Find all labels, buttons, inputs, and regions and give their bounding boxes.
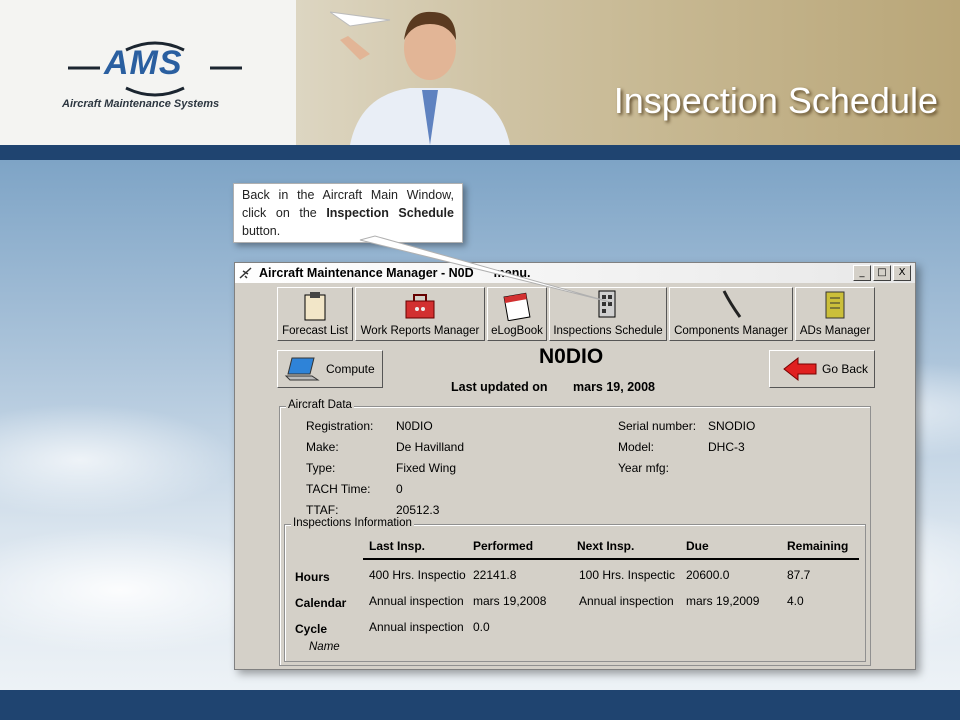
work-reports-manager-button[interactable]: Work Reports Manager [355, 287, 485, 341]
column-header: Next Insp. [577, 539, 635, 553]
table-cell: Annual inspection [579, 594, 674, 608]
registration-value: N0DIO [396, 419, 433, 433]
toolbar-label: eLogBook [491, 325, 543, 337]
row-label: Hours [295, 570, 330, 584]
elogbook-button[interactable]: eLogBook [487, 287, 547, 341]
go-back-button[interactable]: Go Back [769, 350, 875, 388]
inspections-group: Inspections Information Last Insp. Perfo… [284, 517, 866, 662]
footer-bar [0, 690, 960, 720]
column-header: Performed [473, 539, 534, 553]
window-title: Aircraft Maintenance Manager - N0D [259, 266, 474, 280]
calendar-icon [503, 292, 531, 321]
toolbox-icon [405, 294, 435, 319]
model-label: Model: [618, 440, 655, 454]
logo-text: AMS [104, 44, 183, 82]
table-cell: 0.0 [473, 620, 490, 634]
last-updated-value: mars 19, 2008 [573, 380, 656, 394]
header-underline [363, 558, 859, 560]
callout-bold-text: Inspection Schedule [326, 206, 454, 220]
row-label: Cycle [295, 622, 328, 636]
businessman-photo [330, 11, 510, 145]
logo-subtitle: Aircraft Maintenance Systems [62, 98, 220, 110]
wrench-icon [722, 290, 742, 318]
tach-value: 0 [396, 482, 403, 496]
close-button[interactable]: X [893, 265, 911, 281]
compute-label: Compute [326, 362, 375, 376]
toolbar-label: Forecast List [282, 325, 348, 337]
group-label: Inspections Information [291, 517, 414, 529]
window-title-tail: menu. [493, 266, 531, 280]
toolbar-label: Components Manager [674, 325, 788, 337]
ttaf-value: 20512.3 [396, 503, 440, 517]
year-label: Year mfg: [618, 461, 669, 475]
inspections-schedule-button[interactable]: Inspections Schedule [549, 287, 667, 341]
name-label: Name [309, 641, 340, 653]
laptop-icon [284, 357, 320, 381]
components-manager-button[interactable]: Components Manager [669, 287, 793, 341]
serial-label: Serial number: [618, 419, 697, 433]
clipboard-icon [304, 292, 326, 321]
window-controls: _ □ X [853, 265, 911, 281]
airplane-icon [239, 267, 252, 279]
callout-text-after: button. [242, 224, 281, 238]
compute-button[interactable]: Compute [277, 350, 383, 388]
schedule-icon [598, 290, 616, 318]
group-label: Aircraft Data [286, 399, 354, 411]
registration-label: Registration: [306, 419, 374, 433]
toolbar-label: Inspections Schedule [553, 325, 663, 337]
ttaf-label: TTAF: [306, 503, 339, 517]
maximize-button[interactable]: □ [873, 265, 891, 281]
table-cell: mars 19,2009 [686, 594, 760, 608]
minimize-button[interactable]: _ [853, 265, 871, 281]
slide-header: AMS Aircraft Maintenance Systems Inspect… [0, 0, 960, 145]
notebook-icon [825, 291, 845, 319]
table-cell: mars 19,2008 [473, 594, 547, 608]
table-cell: 4.0 [787, 594, 804, 608]
table-cell: 87.7 [787, 568, 811, 582]
row-label: Calendar [295, 596, 347, 610]
table-cell: Annual inspection [369, 594, 464, 608]
table-cell: 22141.8 [473, 568, 517, 582]
forecast-list-button[interactable]: Forecast List [277, 287, 353, 341]
type-value: Fixed Wing [396, 461, 457, 475]
slide-title: Inspection Schedule [613, 80, 938, 121]
toolbar-label: Work Reports Manager [360, 325, 480, 337]
column-header: Due [686, 539, 709, 553]
table-cell: 400 Hrs. Inspectio [369, 568, 466, 582]
make-value: De Havilland [396, 440, 465, 454]
arrow-left-icon [783, 356, 817, 382]
aircraft-data-group: Aircraft Data Registration: N0DIO Make: … [279, 399, 871, 666]
tach-label: TACH Time: [306, 482, 371, 496]
toolbar-label: ADs Manager [799, 325, 871, 337]
make-label: Make: [306, 440, 339, 454]
window-titlebar[interactable]: Aircraft Maintenance Manager - N0D menu. [235, 263, 915, 283]
column-header: Last Insp. [369, 539, 426, 553]
ads-manager-button[interactable]: ADs Manager [795, 287, 875, 341]
main-toolbar: Forecast List Work Reports Manager eLogB… [277, 287, 875, 341]
registration-title: N0DIO [539, 345, 604, 368]
serial-value: SNODIO [708, 419, 756, 433]
app-window: Aircraft Maintenance Manager - N0D menu.… [234, 262, 916, 670]
table-cell: 20600.0 [686, 568, 730, 582]
model-value: DHC-3 [708, 440, 745, 454]
type-label: Type: [306, 461, 336, 475]
instruction-callout: Back in the Aircraft Main Window, click … [233, 183, 463, 243]
column-header: Remaining [787, 539, 849, 553]
header-divider-bar [0, 145, 960, 160]
last-updated-label: Last updated on [451, 380, 548, 394]
table-cell: 100 Hrs. Inspectic [579, 568, 676, 582]
go-back-label: Go Back [822, 362, 869, 376]
table-cell: Annual inspection [369, 620, 464, 634]
